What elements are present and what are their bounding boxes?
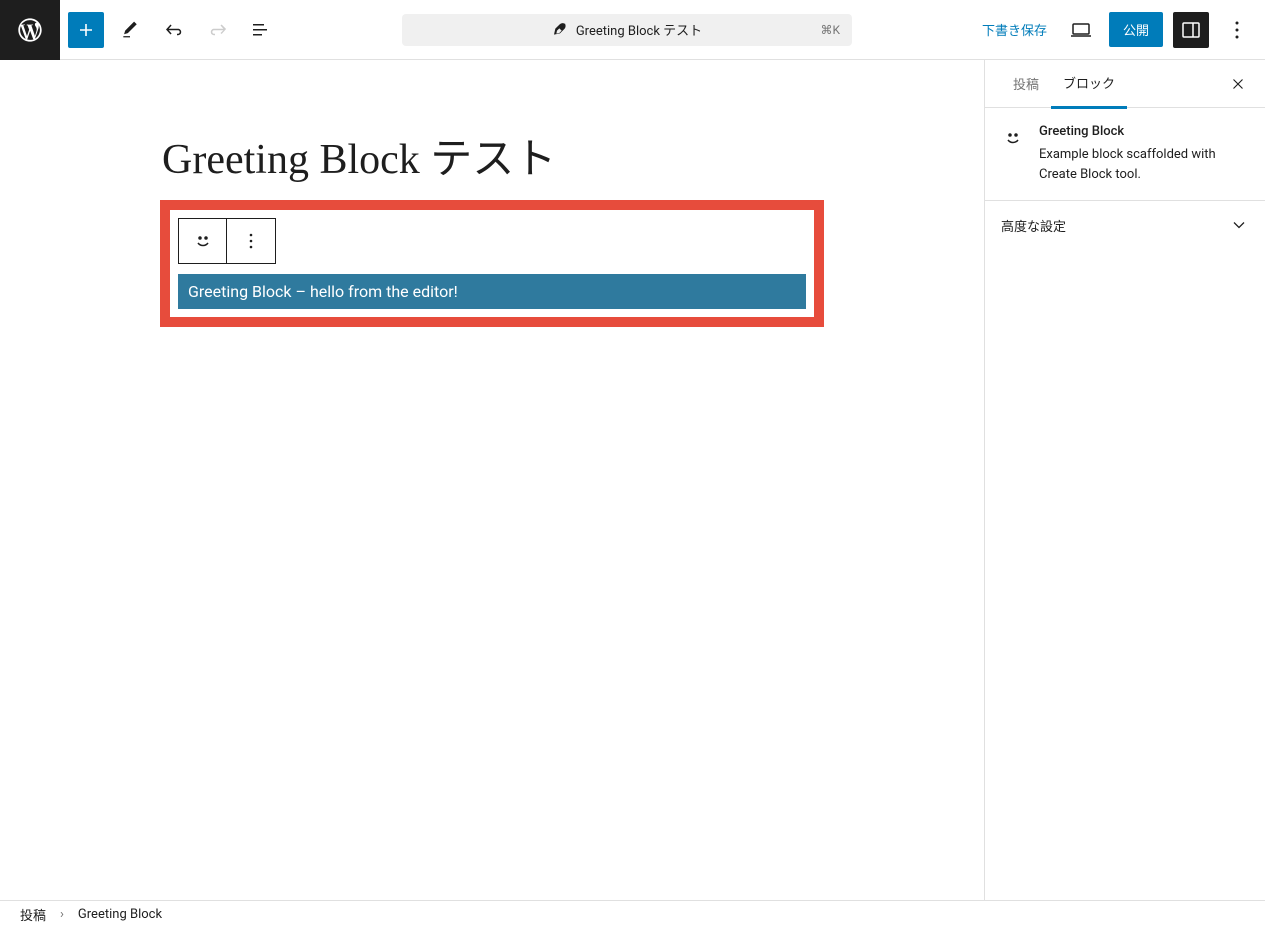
post-title[interactable]: Greeting Block テスト <box>162 135 822 185</box>
block-name: Greeting Block <box>1039 124 1249 139</box>
block-info-text: Greeting Block Example block scaffolded … <box>1039 124 1249 184</box>
publish-button[interactable]: 公開 <box>1109 12 1163 47</box>
smiley-icon <box>1001 126 1025 184</box>
main-layout: Greeting Block テスト Greeting Block – hell… <box>0 60 1265 900</box>
redo-button <box>200 12 236 48</box>
document-title-text: Greeting Block テスト <box>576 20 702 39</box>
block-description: Example block scaffolded with Create Blo… <box>1039 145 1249 184</box>
close-icon <box>1229 75 1247 93</box>
preview-button[interactable] <box>1063 12 1099 48</box>
sidebar-tabs: 投稿 ブロック <box>985 60 1265 108</box>
block-toolbar <box>178 218 276 264</box>
block-info-panel: Greeting Block Example block scaffolded … <box>985 108 1265 201</box>
breadcrumb-current[interactable]: Greeting Block <box>78 907 162 922</box>
more-vertical-icon <box>239 229 263 253</box>
undo-button[interactable] <box>156 12 192 48</box>
chevron-down-icon <box>1229 215 1249 235</box>
breadcrumb-root[interactable]: 投稿 <box>20 905 46 924</box>
document-overview-button[interactable] <box>244 12 280 48</box>
options-button[interactable] <box>1219 12 1255 48</box>
keyboard-shortcut: ⌘K <box>820 23 840 37</box>
block-type-button[interactable] <box>179 219 227 263</box>
highlighted-block-region: Greeting Block – hello from the editor! <box>160 200 824 327</box>
wordpress-logo[interactable] <box>0 0 60 60</box>
editor-content: Greeting Block テスト <box>162 135 822 185</box>
greeting-block[interactable]: Greeting Block – hello from the editor! <box>178 274 806 309</box>
toolbar-center: Greeting Block テスト ⌘K <box>288 14 966 46</box>
edit-mode-button[interactable] <box>112 12 148 48</box>
save-draft-button[interactable]: 下書き保存 <box>976 14 1053 45</box>
breadcrumb: 投稿 › Greeting Block <box>0 900 1265 928</box>
editor-area: Greeting Block テスト Greeting Block – hell… <box>0 60 984 900</box>
close-sidebar-button[interactable] <box>1223 69 1253 99</box>
breadcrumb-separator: › <box>60 907 64 922</box>
advanced-settings-panel[interactable]: 高度な設定 <box>985 201 1265 249</box>
toolbar-left-group <box>60 12 288 48</box>
advanced-settings-label: 高度な設定 <box>1001 216 1066 235</box>
feather-icon <box>552 22 568 38</box>
block-options-button[interactable] <box>227 219 275 263</box>
add-block-button[interactable] <box>68 12 104 48</box>
document-title-bar[interactable]: Greeting Block テスト ⌘K <box>402 14 852 46</box>
top-toolbar: Greeting Block テスト ⌘K 下書き保存 公開 <box>0 0 1265 60</box>
settings-sidebar: 投稿 ブロック Greeting Block Example block sca… <box>984 60 1265 900</box>
smiley-icon <box>191 229 215 253</box>
tab-post[interactable]: 投稿 <box>1001 60 1051 107</box>
settings-sidebar-toggle[interactable] <box>1173 12 1209 48</box>
tab-block[interactable]: ブロック <box>1051 59 1127 109</box>
toolbar-right-group: 下書き保存 公開 <box>966 12 1265 48</box>
